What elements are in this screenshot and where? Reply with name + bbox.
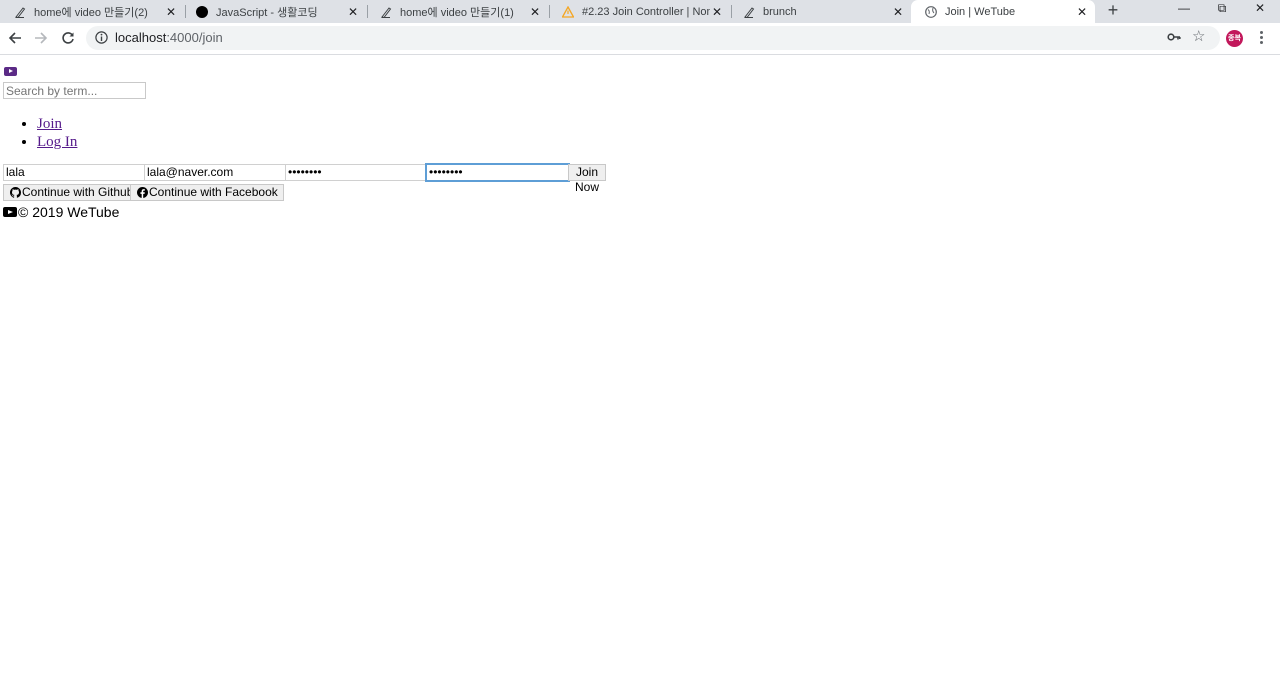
minimize-icon[interactable]: — bbox=[1166, 0, 1202, 18]
star-icon[interactable]: ☆ bbox=[1192, 29, 1205, 45]
tab-bar: home에 video 만들기(2) ✕ JavaScript - 생활코딩 ✕… bbox=[0, 0, 1280, 23]
tab-title: brunch bbox=[763, 5, 797, 18]
address-bar[interactable]: localhost:4000/join ☆ bbox=[86, 26, 1220, 50]
globe-icon bbox=[925, 5, 937, 18]
browser-toolbar: localhost:4000/join ☆ 종복 bbox=[0, 23, 1280, 55]
email-field[interactable] bbox=[144, 164, 287, 181]
tab-title: #2.23 Join Controller | Nom bbox=[582, 5, 710, 18]
close-window-icon[interactable]: ✕ bbox=[1242, 0, 1278, 18]
github-login-button[interactable]: Continue with Github bbox=[3, 184, 140, 201]
tab-join-wetube[interactable]: Join | WeTube ✕ bbox=[911, 0, 1095, 23]
tab-javascript[interactable]: JavaScript - 생활코딩 ✕ bbox=[182, 0, 366, 23]
black-circle-icon bbox=[196, 5, 208, 18]
pen-nib-icon bbox=[14, 6, 26, 18]
tab-home-video-2[interactable]: home에 video 만들기(2) ✕ bbox=[0, 0, 184, 23]
close-tab-icon[interactable]: ✕ bbox=[164, 5, 178, 19]
wetube-logo-icon[interactable] bbox=[4, 67, 17, 76]
info-icon[interactable] bbox=[95, 31, 108, 49]
join-now-button[interactable]: Join Now bbox=[568, 164, 606, 194]
warning-icon bbox=[562, 5, 574, 18]
tab-title: Join | WeTube bbox=[945, 5, 1016, 18]
login-link[interactable]: Log In bbox=[37, 134, 77, 150]
tab-brunch[interactable]: brunch ✕ bbox=[729, 0, 911, 23]
key-icon[interactable] bbox=[1167, 30, 1181, 49]
close-tab-icon[interactable]: ✕ bbox=[710, 5, 724, 19]
url-host: localhost bbox=[115, 30, 167, 45]
name-field[interactable] bbox=[3, 164, 146, 181]
more-menu-icon[interactable] bbox=[1258, 30, 1264, 47]
facebook-icon bbox=[137, 187, 148, 198]
back-arrow-icon[interactable] bbox=[6, 29, 24, 47]
pen-nib-icon bbox=[380, 6, 392, 18]
close-tab-icon[interactable]: ✕ bbox=[346, 5, 360, 19]
close-tab-icon[interactable]: ✕ bbox=[891, 5, 905, 19]
pen-nib-icon bbox=[743, 6, 755, 18]
page-content: Join Log In Join Now Continue with Githu… bbox=[0, 55, 1280, 683]
url-text: localhost:4000/join bbox=[115, 30, 223, 45]
search-input[interactable] bbox=[3, 82, 146, 99]
youtube-icon bbox=[3, 207, 17, 217]
close-tab-icon[interactable]: ✕ bbox=[1075, 5, 1089, 19]
url-path: :4000/join bbox=[166, 30, 223, 45]
tab-title: home에 video 만들기(1) bbox=[400, 6, 514, 19]
facebook-login-button[interactable]: Continue with Facebook bbox=[130, 184, 284, 201]
restore-icon[interactable]: ⧉ bbox=[1204, 0, 1240, 18]
reload-icon[interactable] bbox=[59, 29, 77, 47]
new-tab-plus-icon[interactable]: + bbox=[1103, 1, 1123, 21]
github-button-label: Continue with Github bbox=[22, 185, 134, 199]
footer: © 2019 WeTube bbox=[3, 204, 119, 220]
nav-item-join: Join bbox=[37, 115, 77, 133]
close-tab-icon[interactable]: ✕ bbox=[528, 5, 542, 19]
tab-join-controller[interactable]: #2.23 Join Controller | Nom ✕ bbox=[548, 0, 730, 23]
forward-arrow-icon[interactable] bbox=[32, 29, 50, 47]
join-link[interactable]: Join bbox=[37, 116, 62, 132]
nav-item-login: Log In bbox=[37, 133, 77, 151]
avatar[interactable]: 종복 bbox=[1226, 30, 1243, 47]
facebook-button-label: Continue with Facebook bbox=[149, 185, 278, 199]
tab-title: JavaScript - 생활코딩 bbox=[216, 6, 318, 19]
verify-password-field[interactable] bbox=[425, 163, 570, 182]
github-icon bbox=[10, 187, 21, 198]
password-field[interactable] bbox=[285, 164, 428, 181]
tab-title: home에 video 만들기(2) bbox=[34, 6, 148, 19]
tab-home-video-1[interactable]: home에 video 만들기(1) ✕ bbox=[366, 0, 548, 23]
footer-text: © 2019 WeTube bbox=[18, 204, 120, 220]
header-nav: Join Log In bbox=[0, 115, 77, 151]
